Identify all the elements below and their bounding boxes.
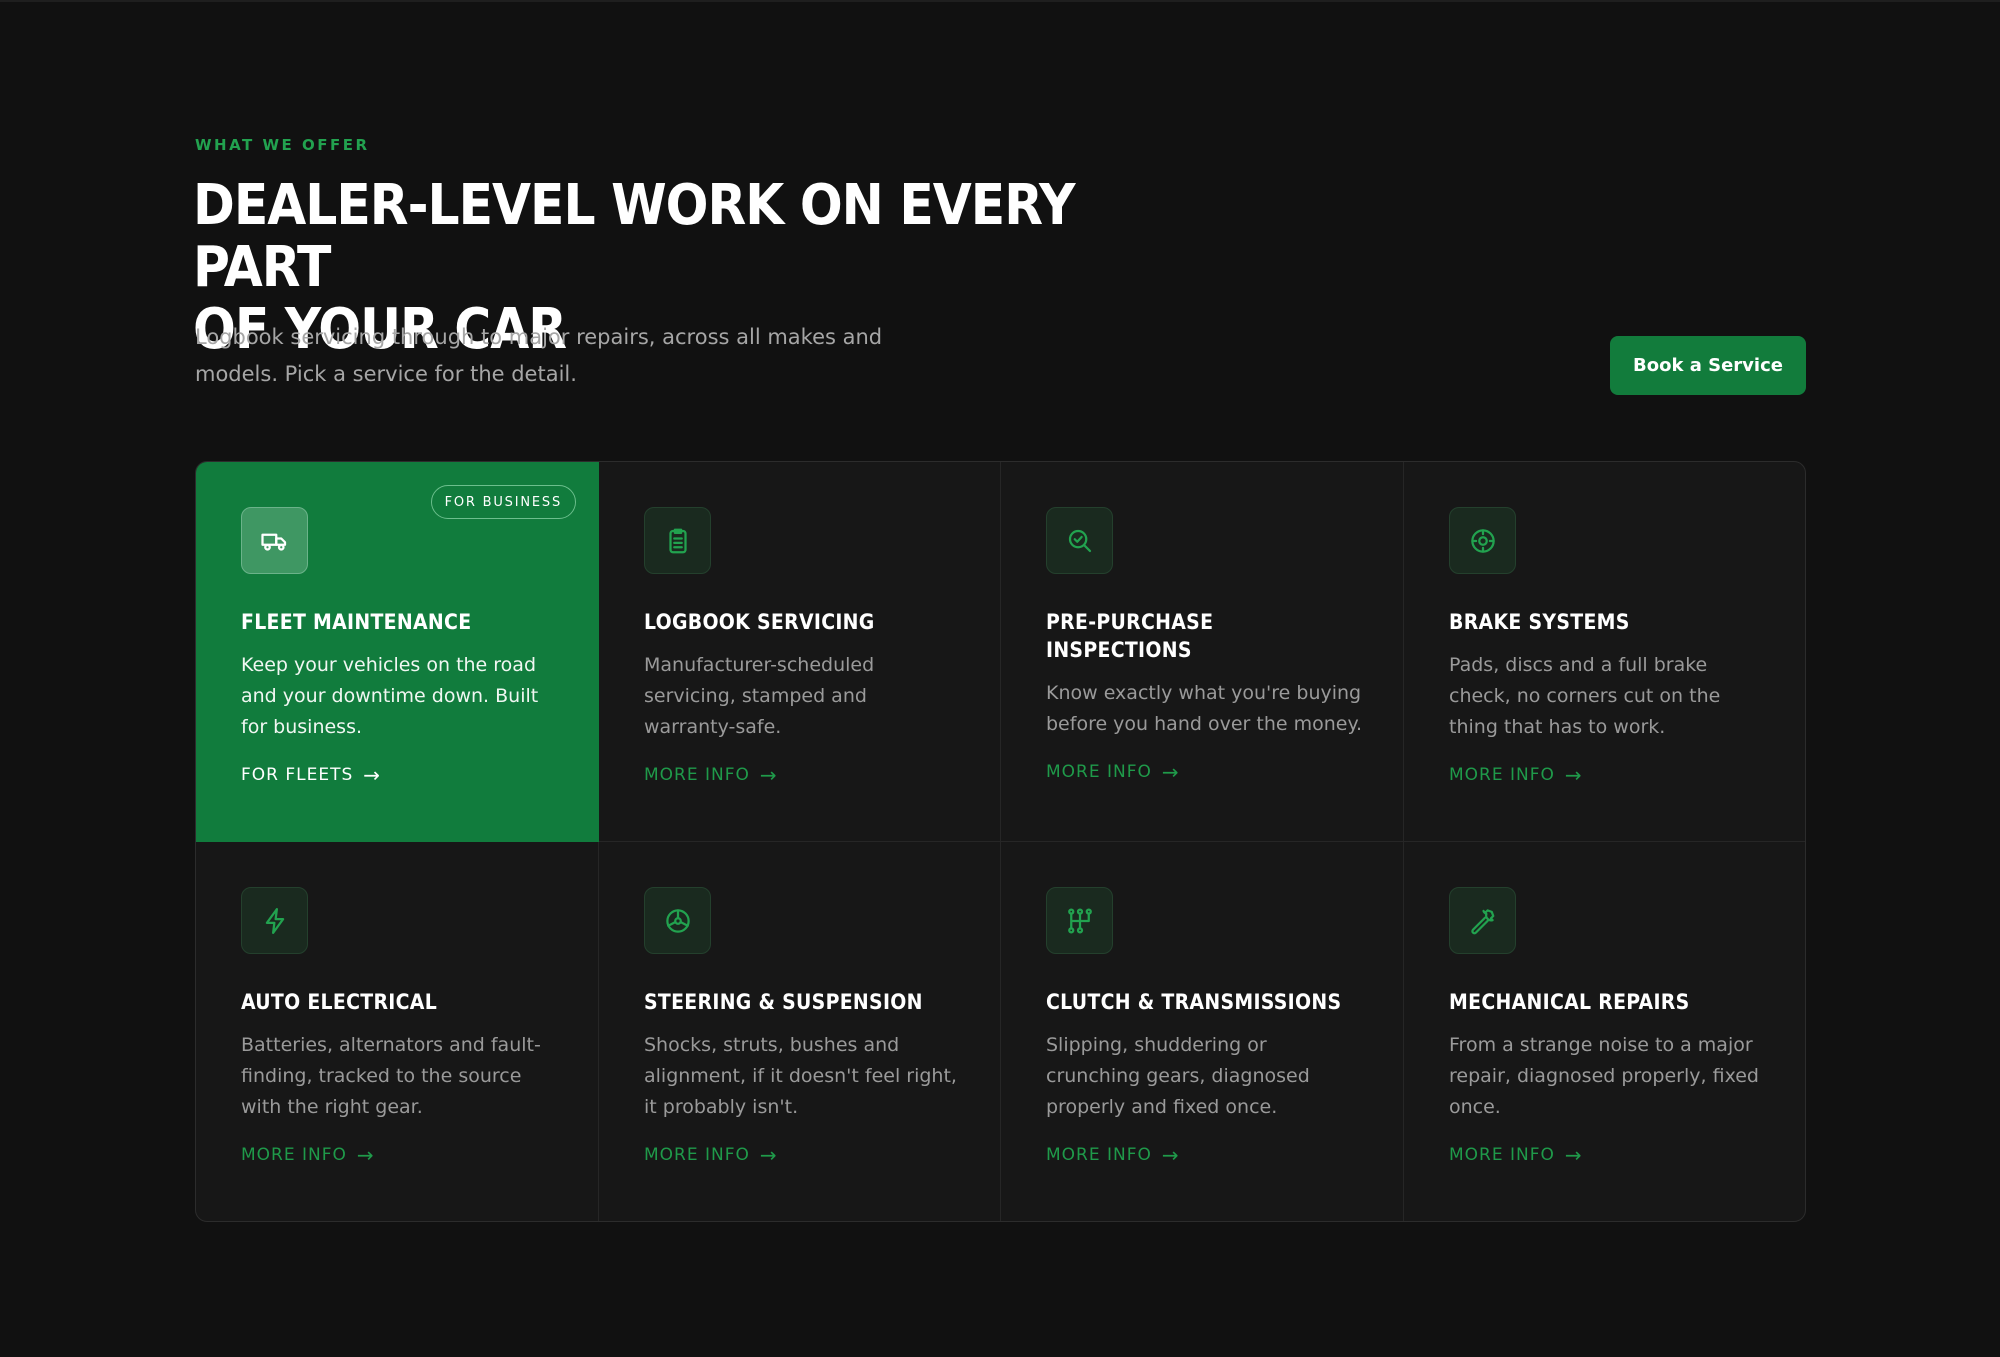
service-title: PRE-PURCHASE INSPECTIONS [1046,610,1214,662]
service-description: Know exactly what you're buying before y… [1046,682,1363,735]
service-title: LOGBOOK SERVICING [644,610,875,634]
truck-icon [241,507,308,574]
more-info-link[interactable]: MORE INFO → [241,1143,375,1167]
link-label: MORE INFO [1046,1145,1152,1165]
link-label: MORE INFO [644,1145,750,1165]
arrow-right-icon: → [1564,1143,1583,1167]
service-card-pre-purchase-inspections[interactable]: PRE-PURCHASE INSPECTIONS Know exactly wh… [1001,462,1404,842]
service-description: Slipping, shuddering or crunching gears,… [1046,1034,1310,1118]
services-section: WHAT WE OFFER DEALER-LEVEL WORK ON EVERY… [193,0,1806,1357]
service-title: MECHANICAL REPAIRS [1449,990,1690,1014]
service-title: BRAKE SYSTEMS [1449,610,1630,634]
lightning-icon [241,887,308,954]
brake-disc-icon [1449,507,1516,574]
arrow-right-icon: → [1161,1143,1180,1167]
gear-shift-icon [1046,887,1113,954]
heading-line-1: DEALER-LEVEL WORK ON EVERY PART [193,173,1075,300]
link-label: MORE INFO [644,765,750,785]
steering-wheel-icon [644,887,711,954]
service-description: Shocks, struts, bushes and alignment, if… [644,1034,957,1118]
arrow-right-icon: → [1564,763,1583,787]
wrench-icon [1449,887,1516,954]
service-description: From a strange noise to a major repair, … [1449,1034,1759,1118]
for-business-badge: FOR BUSINESS [430,485,576,519]
section-subtitle: Logbook servicing through to major repai… [195,325,883,386]
arrow-right-icon: → [759,763,778,787]
link-label: MORE INFO [1046,762,1152,782]
service-card-auto-electrical[interactable]: AUTO ELECTRICAL Batteries, alternators a… [196,842,599,1221]
service-title: FLEET MAINTENANCE [241,610,472,634]
more-info-link[interactable]: MORE INFO → [1449,763,1583,787]
services-grid: FOR BUSINESS FLEET MAINTENANCE Keep your… [195,461,1806,1222]
link-label: FOR FLEETS [241,765,354,785]
service-description: Pads, discs and a full brake check, no c… [1449,654,1721,738]
link-label: MORE INFO [1449,765,1555,785]
service-title: STEERING & SUSPENSION [644,990,923,1014]
more-info-link[interactable]: MORE INFO → [644,1143,778,1167]
service-title: AUTO ELECTRICAL [241,990,438,1014]
arrow-right-icon: → [759,1143,778,1167]
more-info-link[interactable]: MORE INFO → [1046,1143,1180,1167]
service-card-steering-suspension[interactable]: STEERING & SUSPENSION Shocks, struts, bu… [599,842,1001,1221]
search-check-icon [1046,507,1113,574]
service-card-logbook-servicing[interactable]: LOGBOOK SERVICING Manufacturer-scheduled… [599,462,1001,842]
book-service-button[interactable]: Book a Service [1610,336,1806,395]
arrow-right-icon: → [363,763,382,787]
service-card-fleet-maintenance[interactable]: FOR BUSINESS FLEET MAINTENANCE Keep your… [196,462,599,842]
more-info-link[interactable]: MORE INFO → [644,763,778,787]
for-fleets-link[interactable]: FOR FLEETS → [241,763,381,787]
arrow-right-icon: → [356,1143,375,1167]
service-card-mechanical-repairs[interactable]: MECHANICAL REPAIRS From a strange noise … [1404,842,1805,1221]
more-info-link[interactable]: MORE INFO → [1046,760,1180,784]
service-description: Batteries, alternators and fault-finding… [241,1034,541,1118]
section-eyebrow: WHAT WE OFFER [195,136,370,154]
link-label: MORE INFO [241,1145,347,1165]
arrow-right-icon: → [1161,760,1180,784]
service-card-clutch-transmissions[interactable]: CLUTCH & TRANSMISSIONS Slipping, shudder… [1001,842,1404,1221]
service-card-brake-systems[interactable]: BRAKE SYSTEMS Pads, discs and a full bra… [1404,462,1805,842]
clipboard-icon [644,507,711,574]
link-label: MORE INFO [1449,1145,1555,1165]
service-description: Keep your vehicles on the road and your … [241,654,539,738]
service-title: CLUTCH & TRANSMISSIONS [1046,990,1342,1014]
more-info-link[interactable]: MORE INFO → [1449,1143,1583,1167]
service-description: Manufacturer-scheduled servicing, stampe… [644,654,875,738]
